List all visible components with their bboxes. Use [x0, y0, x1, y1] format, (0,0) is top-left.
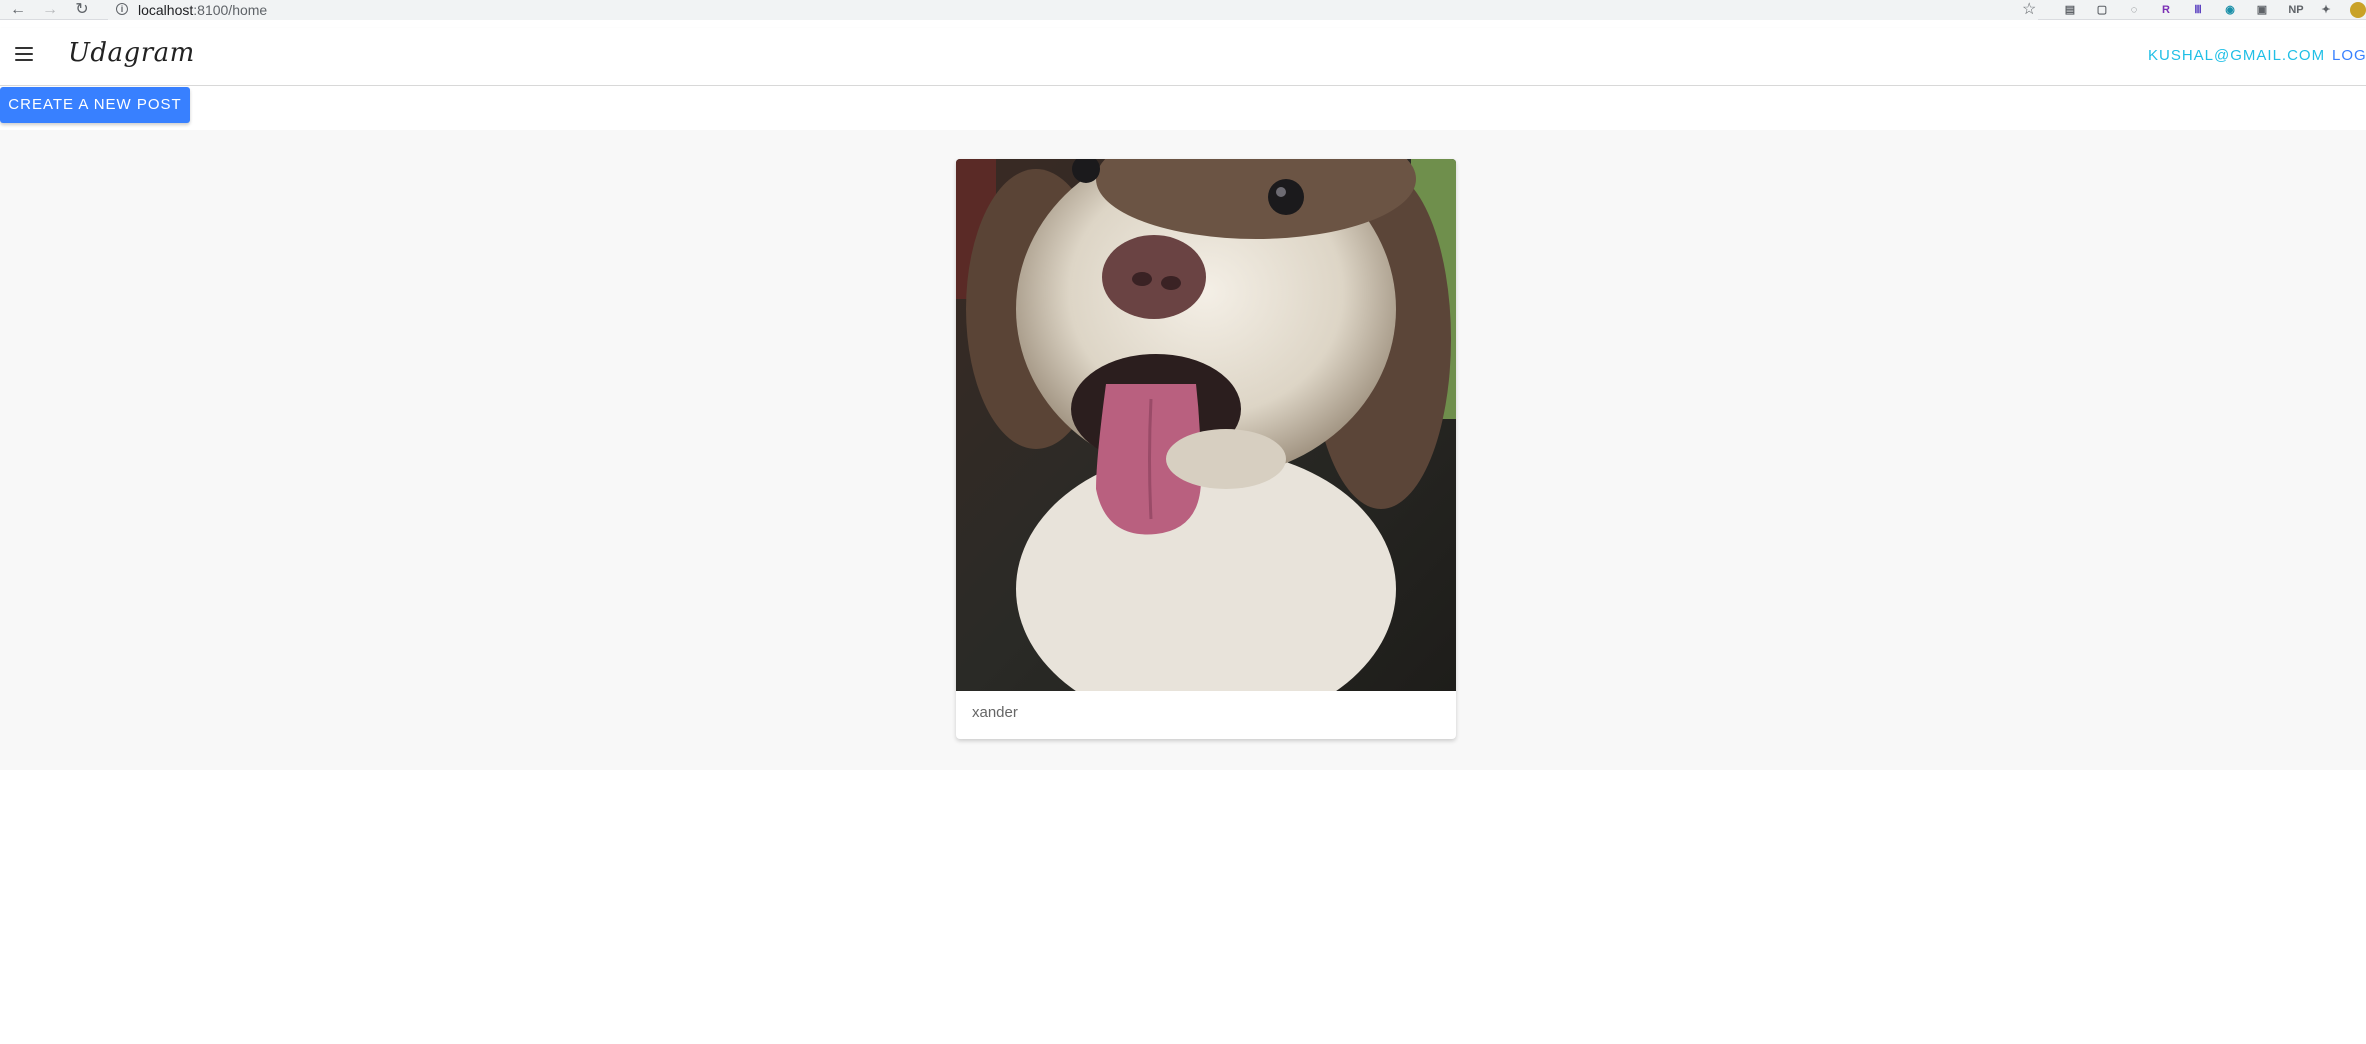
toolbar: CREATE A NEW POST — [0, 86, 2366, 130]
url-path: :8100/home — [193, 2, 268, 18]
forward-icon[interactable]: → — [40, 0, 60, 20]
browser-toolbar: ← → ↻ i localhost:8100/home ☆ ▤ ▢ ◌ R Ⅲ … — [0, 0, 2366, 20]
url-text[interactable]: localhost:8100/home — [138, 0, 267, 20]
reload-icon[interactable]: ↻ — [72, 0, 92, 20]
address-bar[interactable] — [108, 0, 2038, 20]
feed-card[interactable]: xander — [956, 159, 1456, 739]
app-header: Udagram KUSHAL@GMAIL.COM LOG — [0, 28, 2366, 86]
feed-photo — [956, 159, 1456, 691]
back-icon[interactable]: ← — [8, 0, 28, 20]
extension-clock-icon[interactable]: ◌ — [2126, 2, 2142, 18]
user-email-button[interactable]: KUSHAL@GMAIL.COM — [2148, 47, 2325, 64]
bookmark-star-icon[interactable]: ☆ — [2022, 0, 2036, 20]
feed-container: xander — [0, 130, 2366, 770]
extension-circle-icon[interactable]: ◉ — [2222, 2, 2238, 18]
app-title: Udagram — [68, 38, 195, 68]
extensions-puzzle-icon[interactable]: ✦ — [2318, 2, 2334, 18]
post-caption: xander — [972, 704, 1018, 721]
extension-np-icon[interactable]: NP — [2284, 2, 2308, 18]
extension-r-icon[interactable]: R — [2158, 2, 2174, 18]
url-host: localhost — [138, 2, 194, 18]
info-icon[interactable]: i — [116, 3, 128, 15]
extension-square-icon[interactable]: ▢ — [2094, 2, 2110, 18]
profile-avatar[interactable] — [2350, 2, 2366, 18]
logout-button[interactable]: LOG — [2332, 47, 2366, 64]
extension-bars-icon[interactable]: Ⅲ — [2190, 2, 2206, 18]
menu-icon[interactable] — [15, 47, 33, 61]
extension-document-icon[interactable]: ▤ — [2062, 2, 2078, 18]
create-post-button[interactable]: CREATE A NEW POST — [0, 87, 190, 123]
extension-box-icon[interactable]: ▣ — [2254, 2, 2270, 18]
